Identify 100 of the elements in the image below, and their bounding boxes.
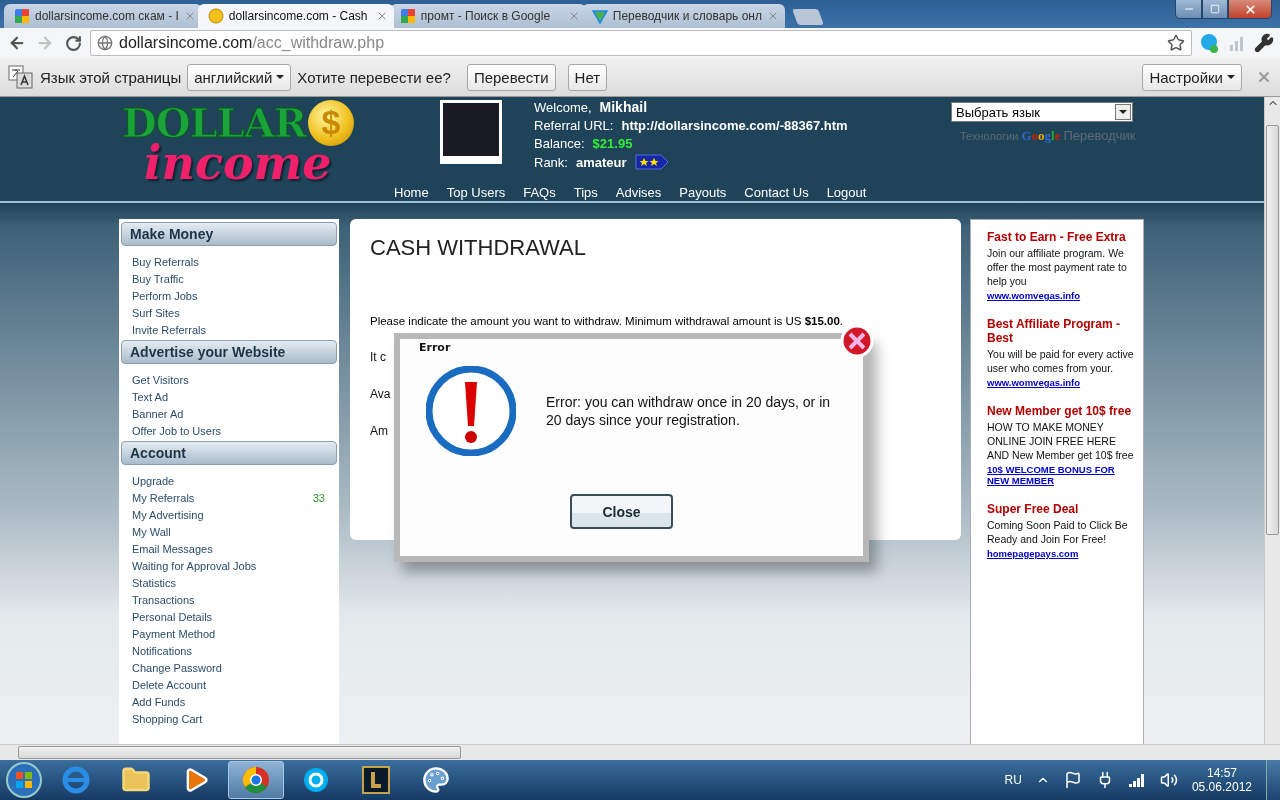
- close-button[interactable]: [1228, 0, 1272, 19]
- ad-text: You will be paid for every active user who comes from your.: [987, 347, 1135, 375]
- ad-link[interactable]: www.womvegas.info: [987, 290, 1135, 301]
- wrench-icon[interactable]: [1254, 33, 1274, 53]
- new-tab-button[interactable]: [792, 9, 824, 25]
- ad-text: Join our affiliate program. We offer the most payment rate to help you: [987, 246, 1128, 288]
- sidebar-link[interactable]: Change Password: [132, 659, 337, 676]
- decline-button[interactable]: Нет: [567, 63, 608, 91]
- flag-icon[interactable]: [1063, 771, 1082, 789]
- ad-link[interactable]: homepagepays.com: [987, 548, 1135, 559]
- error-message: Error: you can withdraw once in 20 days, or in 20 days since your registration.: [546, 393, 832, 429]
- sidebar-link[interactable]: Personal Details: [132, 608, 337, 625]
- sidebar-link[interactable]: Buy Referrals: [132, 253, 337, 270]
- palette-icon[interactable]: [422, 766, 450, 794]
- ad-link[interactable]: 10$ WELCOME BONUS FOR NEW MEMBER: [987, 464, 1135, 486]
- sidebar-link[interactable]: Offer Job to Users: [132, 422, 337, 439]
- nav-link[interactable]: Tips: [573, 185, 598, 200]
- browser-tab[interactable]: dollarsincome.com скам - I: [4, 4, 202, 28]
- sidebar-link[interactable]: Delete Account: [132, 676, 337, 693]
- maximize-button[interactable]: [1202, 0, 1228, 19]
- sidebar-link[interactable]: Waiting for Approval Jobs: [132, 557, 337, 574]
- minimize-button[interactable]: [1175, 0, 1202, 19]
- section-header: Account: [121, 441, 337, 465]
- user-name: Mikhail: [599, 99, 648, 115]
- sidebar-link[interactable]: Payment Method: [132, 625, 337, 642]
- address-bar[interactable]: dollarsincome.com/acc_withdraw.php: [90, 30, 1192, 56]
- ad-title[interactable]: Fast to Earn - Free Extra: [987, 230, 1135, 244]
- nav-link[interactable]: FAQs: [523, 185, 556, 200]
- volume-icon[interactable]: [1159, 771, 1178, 789]
- powered-by-text: Технологии: [960, 130, 1019, 142]
- google-wordmark: Google: [1021, 128, 1061, 144]
- sidebar-link[interactable]: Upgrade: [132, 472, 337, 489]
- nav-link[interactable]: Home: [394, 185, 429, 200]
- vertical-scrollbar[interactable]: [1264, 97, 1280, 744]
- google-g-icon: [399, 8, 416, 24]
- sidebar-link[interactable]: Add Funds: [132, 693, 337, 710]
- ad-text: HOW TO MAKE MONEY ONLINE JOIN FREE HERE AND New Member get 10$ free: [987, 420, 1135, 462]
- referral-label: Referral URL:: [534, 118, 614, 133]
- sidebar-link[interactable]: My Advertising: [132, 506, 337, 523]
- browser-tab[interactable]: dollarsincome.com - Cash: [197, 4, 394, 28]
- caret-icon: [1119, 110, 1127, 114]
- ad-title[interactable]: Best Affiliate Program - Best: [987, 317, 1135, 345]
- rank-value: amateur: [575, 154, 627, 170]
- bookmark-star-icon[interactable]: [1167, 34, 1185, 52]
- welcome-label: Welcome,: [534, 99, 592, 115]
- sidebar-link[interactable]: Banner Ad: [132, 405, 337, 422]
- close-icon[interactable]: [840, 324, 874, 358]
- photo-placeholder: [440, 100, 502, 164]
- show-desktop-button[interactable]: [1266, 760, 1280, 800]
- maximize-icon: [1210, 4, 1220, 14]
- nav-link[interactable]: Payouts: [679, 185, 727, 200]
- caret-icon: [276, 75, 285, 79]
- horizontal-scrollbar[interactable]: [0, 744, 1280, 760]
- rank-badge-icon: [634, 154, 669, 170]
- e-logo-icon[interactable]: [61, 765, 91, 795]
- signal-bars-icon[interactable]: [1127, 772, 1146, 788]
- sidebar-link[interactable]: My Referrals 33: [132, 489, 337, 506]
- sidebar-link[interactable]: Text Ad: [132, 388, 337, 405]
- globe-icon: [97, 35, 113, 51]
- ad-title[interactable]: Super Free Deal: [987, 502, 1135, 516]
- ad-title[interactable]: New Member get 10$ free: [987, 404, 1135, 418]
- ad-link[interactable]: www.womvegas.info: [987, 377, 1135, 388]
- sidebar-link[interactable]: Notifications: [132, 642, 337, 659]
- logo-coin: $: [308, 99, 355, 146]
- referral-url: http://dollarsincome.com/-88367.htm: [621, 118, 848, 133]
- browser-tab[interactable]: Переводчик и словарь онл: [581, 4, 785, 28]
- nav-link[interactable]: Advises: [615, 185, 662, 200]
- translate-icon: [8, 65, 34, 89]
- caret-icon: [1227, 75, 1235, 79]
- sidebar-link[interactable]: Transactions: [132, 591, 337, 608]
- clock[interactable]: 14:57 05.06.2012: [1191, 766, 1252, 794]
- sidebar-link[interactable]: Perform Jobs: [132, 287, 337, 304]
- sidebar-link[interactable]: My Wall: [132, 523, 337, 540]
- sidebar-link[interactable]: Email Messages: [132, 540, 337, 557]
- count-text: 33: [312, 491, 325, 504]
- nav-link[interactable]: Top Users: [446, 185, 506, 200]
- start-orb-icon[interactable]: [4, 760, 44, 800]
- balance-value: $21.95: [592, 136, 633, 151]
- close-button[interactable]: Close: [570, 494, 673, 529]
- section-header: Make Money: [121, 222, 337, 246]
- options-button[interactable]: Настройки: [1142, 63, 1242, 91]
- translate-button[interactable]: Перевести: [466, 63, 556, 91]
- sidebar-link[interactable]: Statistics: [132, 574, 337, 591]
- language-select[interactable]: Выбрать язык: [951, 102, 1133, 122]
- page-title: CASH WITHDRAWAL: [370, 235, 587, 261]
- instruction-text: Please indicate the amount you want to withdraw. Minimum withdrawal amount is US $15.00.: [370, 315, 844, 327]
- sidebar-link[interactable]: Shopping Cart: [132, 710, 337, 727]
- translate-question: Хотите перевести ее?: [297, 68, 451, 86]
- sidebar-link[interactable]: Surf Sites: [132, 304, 337, 321]
- translate-prompt: Язык этой страницы: [40, 68, 182, 86]
- language-dropdown[interactable]: английский: [187, 63, 292, 91]
- keyboard-language[interactable]: RU: [1004, 773, 1022, 787]
- sidebar-link[interactable]: Buy Traffic: [132, 270, 337, 287]
- circle-logo-icon[interactable]: [241, 765, 271, 795]
- square-logo-icon[interactable]: [361, 765, 391, 795]
- sidebar-link[interactable]: Invite Referrals: [132, 321, 337, 338]
- sidebar-link[interactable]: Get Visitors: [132, 371, 337, 388]
- nav-link[interactable]: Contact Us: [744, 185, 809, 200]
- dialog-title: Error: [418, 340, 452, 354]
- nav-link[interactable]: Logout: [826, 185, 867, 200]
